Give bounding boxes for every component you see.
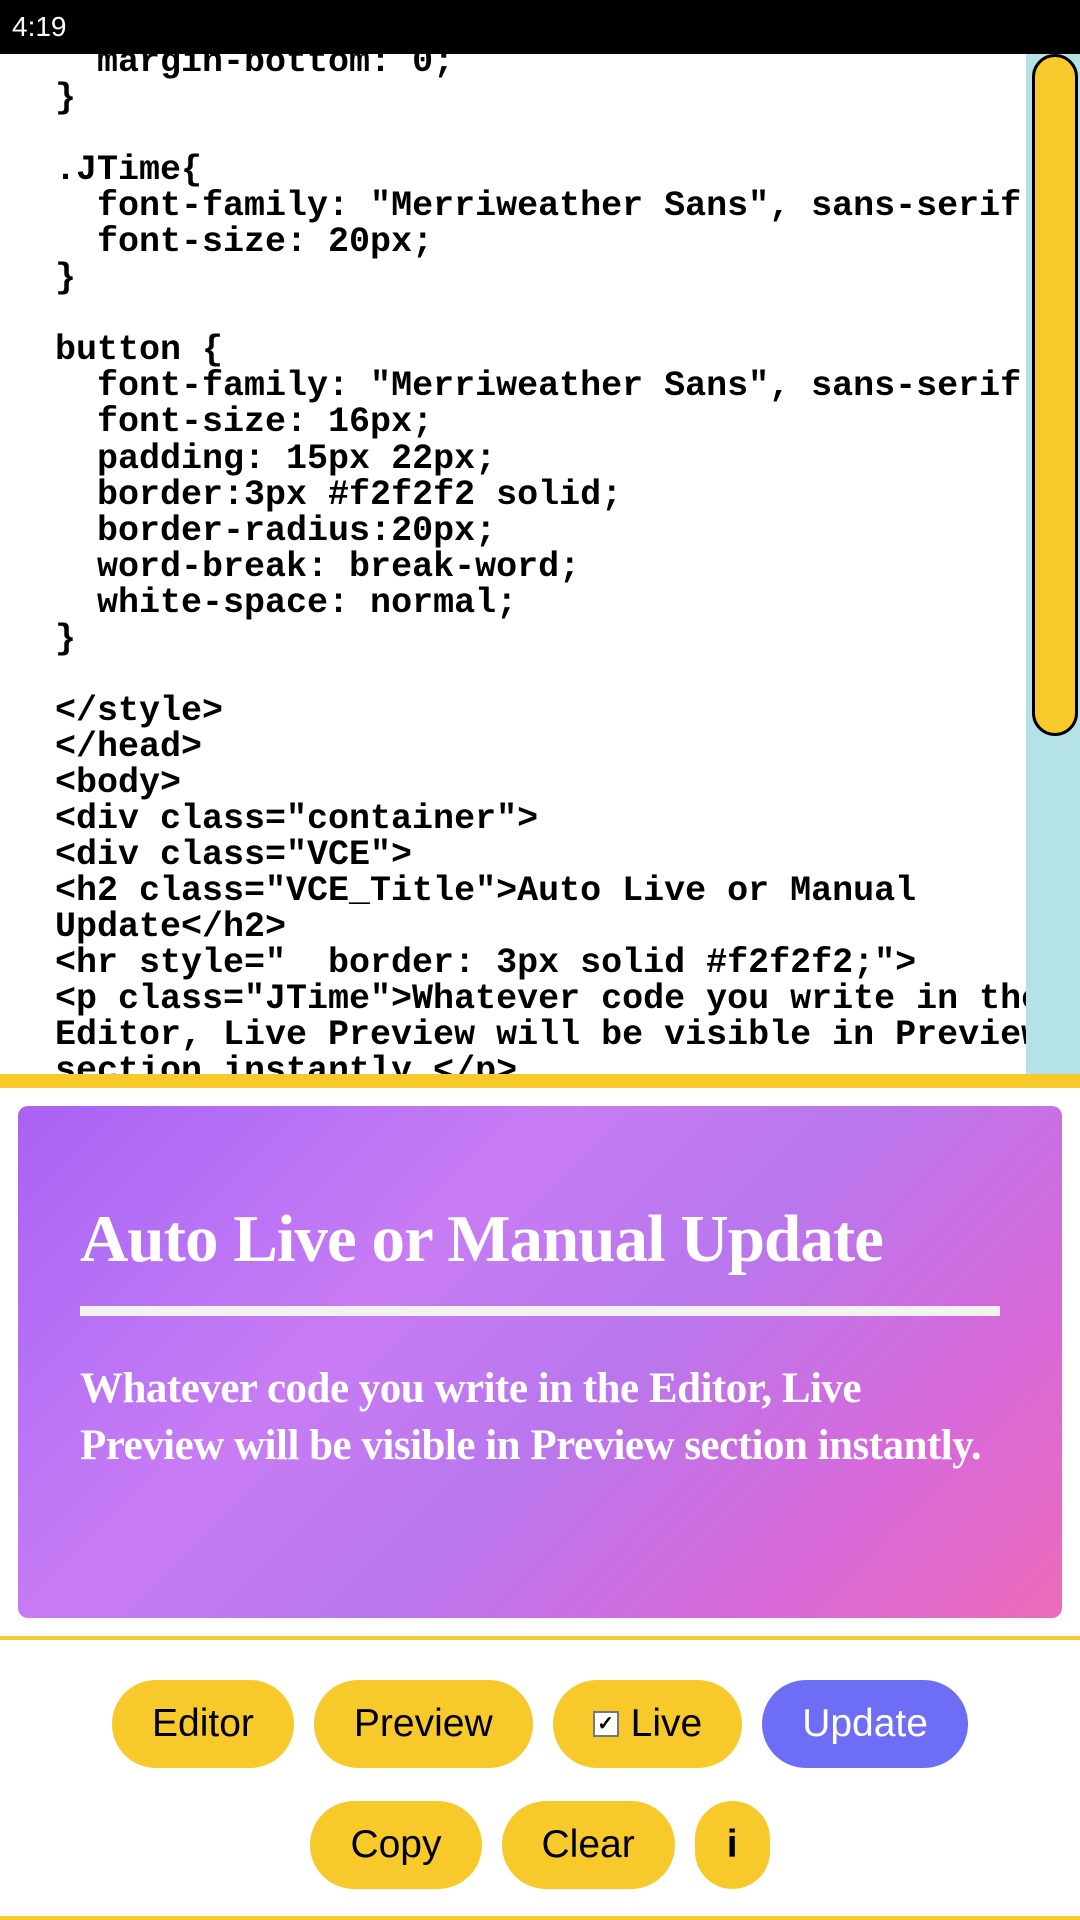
scrollbar-thumb[interactable] xyxy=(1032,54,1078,736)
info-button[interactable]: i xyxy=(695,1801,770,1889)
code-editor[interactable]: margin-bottom: 0; } .JTime{ font-family:… xyxy=(0,54,1080,1074)
editor-button[interactable]: Editor xyxy=(112,1680,294,1768)
status-time: 4:19 xyxy=(12,11,67,43)
pane-divider xyxy=(0,1074,1080,1088)
clear-button[interactable]: Clear xyxy=(502,1801,675,1889)
copy-button[interactable]: Copy xyxy=(310,1801,481,1889)
preview-title: Auto Live or Manual Update xyxy=(80,1201,1000,1278)
update-button[interactable]: Update xyxy=(762,1680,968,1768)
status-bar: 4:19 xyxy=(0,0,1080,54)
editor-pane: margin-bottom: 0; } .JTime{ font-family:… xyxy=(0,54,1080,1074)
preview-pane: Auto Live or Manual Update Whatever code… xyxy=(0,1088,1080,1636)
preview-button[interactable]: Preview xyxy=(314,1680,533,1768)
preview-card: Auto Live or Manual Update Whatever code… xyxy=(18,1106,1062,1618)
scrollbar-track[interactable] xyxy=(1026,54,1080,1074)
preview-hr xyxy=(80,1306,1000,1316)
live-label: Live xyxy=(631,1702,703,1746)
live-checkbox-icon: ✓ xyxy=(593,1711,619,1737)
toolbar: Editor Preview ✓ Live Update Copy Clear … xyxy=(0,1640,1080,1916)
live-button[interactable]: ✓ Live xyxy=(553,1680,743,1768)
toolbar-divider-bottom xyxy=(0,1916,1080,1920)
preview-text: Whatever code you write in the Editor, L… xyxy=(80,1361,1000,1475)
